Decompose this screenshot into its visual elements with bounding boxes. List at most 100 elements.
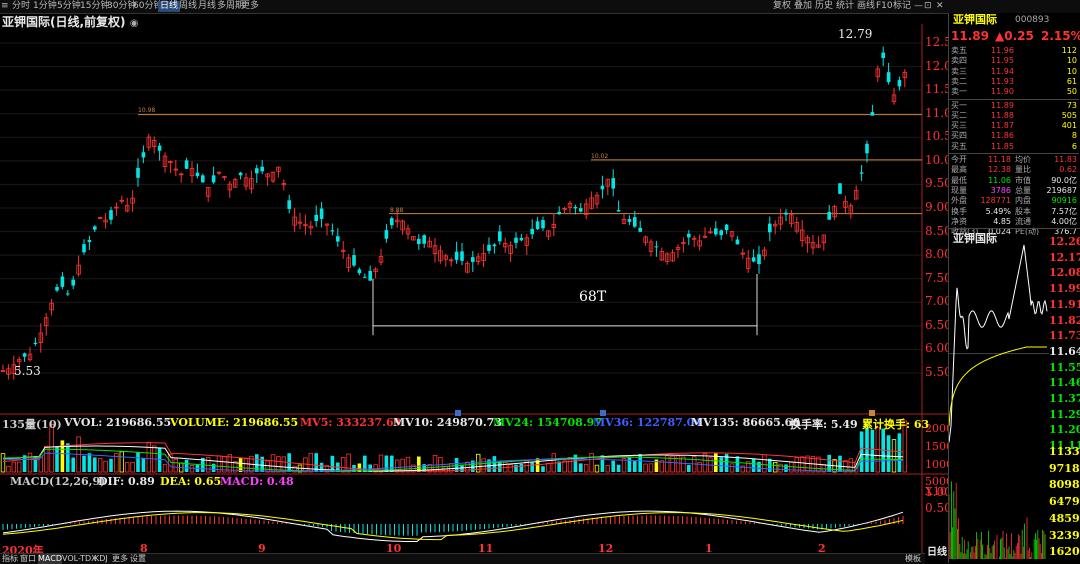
volume-bar: [260, 456, 264, 472]
candle-body: [724, 224, 729, 231]
orderbook-label: 买四: [951, 131, 967, 141]
tab-15min[interactable]: 15分钟: [80, 1, 109, 12]
intraday-tick: 11.37: [1049, 392, 1080, 405]
volume-bar: [589, 452, 594, 473]
candle-body: [417, 238, 421, 245]
stats-row: 最低 11.06 市值 90.0亿: [949, 176, 1079, 186]
intraday-tick: 11.73: [1049, 329, 1080, 343]
candle-body: [184, 160, 189, 169]
minimize-icon[interactable]: —: [914, 1, 923, 12]
annotation-68t: 68T: [579, 289, 607, 305]
volume-bar: [773, 461, 778, 473]
intraday-vol-tick: 8098: [1049, 478, 1080, 492]
tab-monthly[interactable]: 月线: [198, 1, 216, 12]
tab-timeshare[interactable]: 分时: [12, 1, 30, 12]
volume-bar: [136, 452, 140, 472]
orderbook-row[interactable]: 卖四 11.95 10: [949, 56, 1079, 66]
orderbook-row[interactable]: 买二 11.88 505: [949, 111, 1079, 121]
orderbook-volume: 10: [1066, 56, 1077, 66]
intraday-mini-chart[interactable]: [949, 239, 1049, 559]
orderbook-label: 卖四: [951, 56, 967, 66]
candle-body: [33, 342, 38, 344]
orderbook-label: 卖五: [951, 46, 967, 55]
candle-body: [838, 183, 842, 194]
candle-body: [390, 218, 394, 226]
hline-label-1002: 10.02: [591, 153, 609, 160]
stat-label: 市值: [1015, 175, 1031, 185]
vol-indicator-name[interactable]: 135量(10): [2, 416, 62, 432]
menu-icon[interactable]: ≡: [1, 1, 9, 12]
tab-more[interactable]: 更多: [241, 1, 259, 12]
stat-value: 128771: [980, 196, 1011, 206]
stat-value: 4.00亿: [1051, 216, 1077, 226]
candle-body: [422, 235, 426, 244]
candle-body: [881, 52, 885, 59]
candle-body: [330, 230, 335, 232]
button-overlay[interactable]: 叠加: [794, 1, 812, 12]
orderbook-row[interactable]: 买五 11.85 6: [949, 142, 1079, 152]
maximize-icon[interactable]: ⊡: [924, 1, 932, 12]
button-f10[interactable]: F10: [876, 1, 893, 12]
volume-bar: [729, 463, 735, 473]
orderbook-volume: 50: [1066, 87, 1077, 97]
intraday-vol-tick: 6479: [1049, 495, 1080, 509]
tab-weekly[interactable]: 周线: [179, 1, 197, 12]
orderbook-row[interactable]: 买四 11.86 8: [949, 131, 1079, 141]
candle-body: [211, 175, 216, 183]
candle-body: [195, 172, 200, 177]
tab-daily[interactable]: 日线: [158, 1, 181, 12]
volume-bar: [702, 453, 708, 473]
orderbook-label: 买五: [951, 141, 967, 151]
stat-value: 7.57亿: [1051, 206, 1077, 216]
mini-daily-label: 日线: [927, 547, 947, 558]
macd-indicator-name[interactable]: MACD(12,26,9): [10, 475, 105, 488]
button-adjust[interactable]: 复权: [773, 1, 791, 12]
button-history[interactable]: 历史: [815, 1, 833, 12]
candle-body: [201, 175, 205, 183]
candle-body: [498, 231, 502, 242]
stat-value: 12.38: [988, 165, 1011, 175]
tab-multi-period[interactable]: 多周期: [217, 1, 244, 12]
top-toolbar: ≡ 分时 1分钟 5分钟 15分钟 30分钟 60分钟 日线 周线 月线 多周期…: [0, 0, 1080, 14]
orderbook-row[interactable]: 卖一 11.90 50: [949, 87, 1079, 97]
chart-annotations: [372, 274, 875, 416]
vol-mv36: MV36: 122787.04: [593, 416, 702, 429]
hline-label-888: 8.88: [390, 207, 404, 214]
button-draw[interactable]: 画线: [857, 1, 875, 12]
vol-mv5: MV5: 333237.69: [300, 416, 402, 429]
candle-body: [141, 152, 146, 158]
button-stats[interactable]: 统计: [836, 1, 854, 12]
orderbook-price: 11.89: [991, 100, 1014, 110]
candle-body: [136, 167, 140, 178]
orderbook-volume: 505: [1061, 110, 1077, 120]
volume-bar: [87, 453, 92, 472]
volume-bar: [530, 462, 534, 472]
orderbook-price: 11.93: [991, 76, 1014, 86]
volume-bar: [405, 456, 411, 473]
button-mark[interactable]: 标记: [893, 1, 911, 12]
orderbook-label: 买二: [951, 110, 967, 120]
intraday-tick: 11.99: [1049, 282, 1080, 296]
orderbook-row[interactable]: 买一 11.89 73: [949, 101, 1079, 111]
tab-5min[interactable]: 5分钟: [57, 1, 81, 12]
candle-body: [573, 206, 578, 209]
volume-bar: [400, 458, 405, 473]
candle-body: [768, 223, 772, 233]
candle-body: [314, 214, 318, 222]
volume-bar: [541, 466, 545, 472]
orderbook-row[interactable]: 卖三 11.94 10: [949, 67, 1079, 77]
candle-body: [541, 220, 545, 229]
stat-label: 净资: [951, 216, 967, 226]
orderbook-row[interactable]: 买三 11.87 401: [949, 121, 1079, 131]
candle-body: [255, 168, 259, 174]
stat-value: 5.49%: [985, 206, 1011, 216]
vol-turnover: 换手率: 5.49: [790, 418, 858, 431]
tab-1min[interactable]: 1分钟: [33, 1, 57, 12]
volume-bar: [594, 464, 600, 473]
orderbook-volume: 8: [1071, 131, 1077, 141]
volume-bar: [859, 431, 864, 472]
close-icon[interactable]: ✕: [936, 1, 944, 12]
candle-body: [93, 226, 97, 230]
orderbook-row[interactable]: 卖五 11.96 112: [949, 46, 1079, 56]
orderbook-row[interactable]: 卖二 11.93 61: [949, 77, 1079, 87]
